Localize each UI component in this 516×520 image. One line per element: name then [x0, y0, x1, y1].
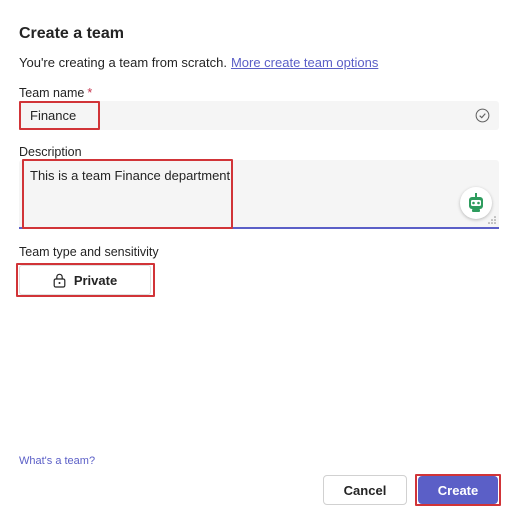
whats-a-team-link[interactable]: What's a team? [19, 455, 95, 467]
check-circle-icon [475, 108, 490, 123]
required-marker: * [87, 86, 93, 100]
description-highlight [22, 159, 233, 229]
bot-icon-graphic [469, 193, 483, 212]
resize-handle-icon[interactable] [488, 216, 496, 224]
more-options-link[interactable]: More create team options [231, 55, 378, 70]
description-label: Description [19, 145, 82, 159]
team-type-highlight [16, 263, 155, 297]
team-type-label: Team type and sensitivity [19, 245, 159, 259]
team-name-label: Team name * [19, 86, 92, 100]
cancel-button[interactable]: Cancel [323, 475, 407, 505]
bot-icon[interactable] [460, 187, 492, 219]
team-name-highlight [19, 101, 100, 130]
subtitle-text: You're creating a team from scratch. [19, 55, 227, 70]
dialog-title: Create a team [19, 25, 124, 42]
team-name-label-text: Team name [19, 86, 85, 100]
dialog-subtitle: You're creating a team from scratch. More… [19, 55, 378, 70]
create-highlight [415, 474, 501, 506]
